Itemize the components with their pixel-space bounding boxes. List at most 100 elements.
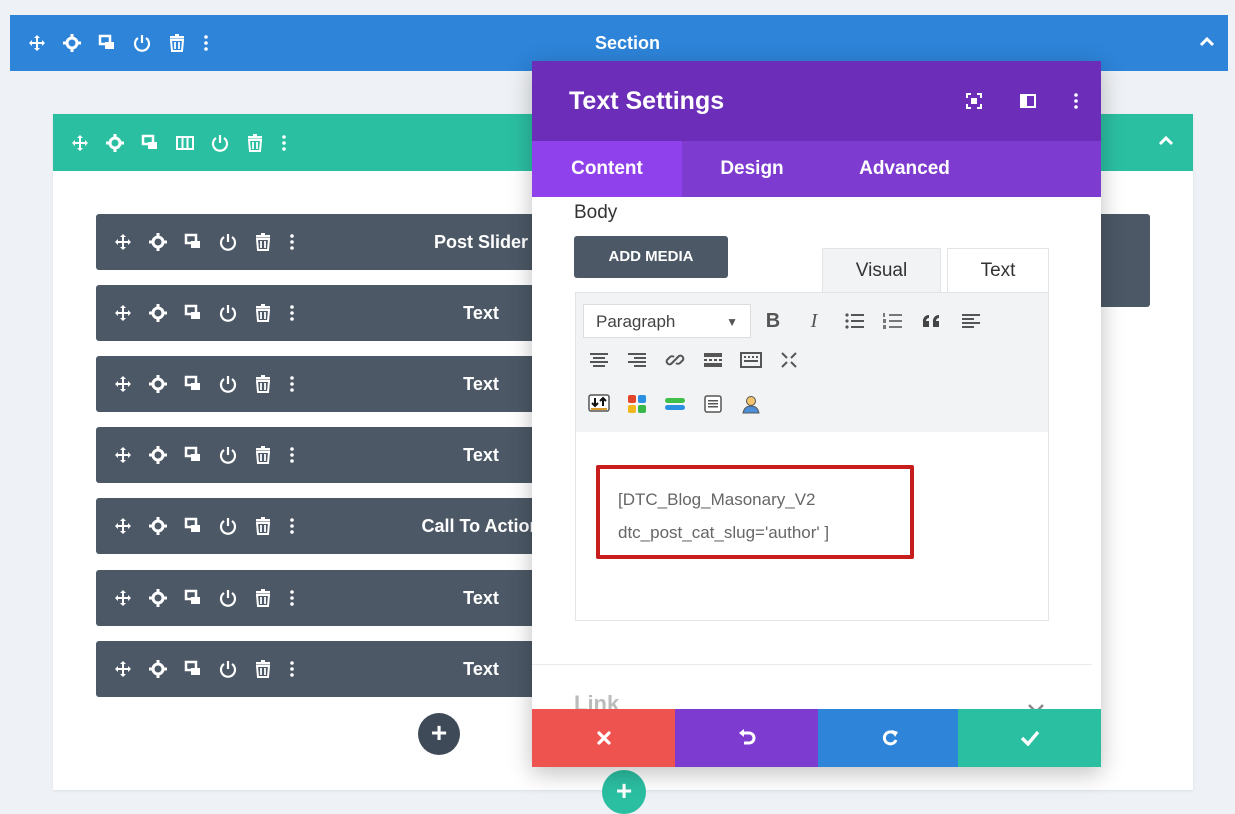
check-icon [1020,730,1040,746]
text-block-icon[interactable] [698,389,728,419]
tab-design[interactable]: Design [682,141,822,197]
duplicate-icon[interactable] [184,660,202,678]
gear-icon[interactable] [149,446,167,464]
trash-icon[interactable] [168,34,186,52]
module-bar-7[interactable]: Text [96,641,554,697]
more-icon[interactable] [289,517,295,535]
gear-icon[interactable] [149,660,167,678]
trash-icon[interactable] [254,233,272,251]
save-button[interactable] [958,709,1101,767]
redo-button[interactable] [818,709,961,767]
more-icon[interactable] [289,304,295,322]
fullscreen-icon[interactable] [965,92,983,110]
duplicate-icon[interactable] [184,589,202,607]
tab-content[interactable]: Content [532,141,682,197]
move-icon[interactable] [114,517,132,535]
move-icon[interactable] [114,589,132,607]
more-icon[interactable] [1073,92,1079,110]
color-grid-icon[interactable] [622,389,652,419]
button-shortcode-icon[interactable] [660,389,690,419]
gear-icon[interactable] [149,517,167,535]
duplicate-icon[interactable] [184,233,202,251]
duplicate-icon[interactable] [184,517,202,535]
duplicate-icon[interactable] [141,134,159,152]
move-icon[interactable] [114,233,132,251]
move-icon[interactable] [28,34,46,52]
align-center-icon[interactable] [584,345,614,375]
power-icon[interactable] [219,375,237,393]
shortcode-insert-icon[interactable] [584,389,614,419]
power-icon[interactable] [133,34,151,52]
module-bar-5[interactable]: Call To Action [96,498,554,554]
trash-icon[interactable] [254,589,272,607]
module-bar-4[interactable]: Text [96,427,554,483]
more-icon[interactable] [203,34,209,52]
chevron-up-icon[interactable] [1198,33,1216,51]
read-more-icon[interactable] [698,345,728,375]
format-select[interactable]: Paragraph ▼ [583,304,751,338]
more-icon[interactable] [289,660,295,678]
power-icon[interactable] [219,304,237,322]
module-bar-6[interactable]: Text [96,570,554,626]
duplicate-icon[interactable] [98,34,116,52]
italic-icon[interactable]: I [799,306,829,336]
power-icon[interactable] [211,134,229,152]
trash-icon[interactable] [254,375,272,393]
gear-icon[interactable] [149,304,167,322]
power-icon[interactable] [219,589,237,607]
more-icon[interactable] [289,446,295,464]
gear-icon[interactable] [63,34,81,52]
add-row-button[interactable]: + [602,770,646,814]
move-icon[interactable] [114,304,132,322]
more-icon[interactable] [281,134,287,152]
editor-tab-visual[interactable]: Visual [822,248,941,293]
blockquote-icon[interactable] [917,306,947,336]
numbered-list-icon[interactable] [878,306,908,336]
trash-icon[interactable] [254,304,272,322]
move-icon[interactable] [114,446,132,464]
duplicate-icon[interactable] [184,446,202,464]
power-icon[interactable] [219,517,237,535]
columns-icon[interactable] [176,134,194,152]
user-shortcode-icon[interactable] [736,389,766,419]
editor-toolbar: Paragraph ▼ B I [575,292,1049,434]
bullet-list-icon[interactable] [840,306,870,336]
trash-icon[interactable] [254,446,272,464]
editor-tab-text[interactable]: Text [947,248,1049,293]
cancel-button[interactable] [532,709,675,767]
gear-icon[interactable] [106,133,124,152]
trash-icon[interactable] [246,133,264,152]
fullscreen-editor-icon[interactable] [774,345,804,375]
power-icon[interactable] [219,660,237,678]
add-media-button[interactable]: ADD MEDIA [574,236,728,278]
more-icon[interactable] [289,233,295,251]
move-icon[interactable] [114,375,132,393]
align-right-icon[interactable] [622,345,652,375]
power-icon[interactable] [219,446,237,464]
trash-icon[interactable] [254,660,272,678]
duplicate-icon[interactable] [184,304,202,322]
move-icon[interactable] [71,134,89,152]
module-bar-1[interactable]: Post Slider [96,214,554,270]
duplicate-icon[interactable] [184,375,202,393]
gear-icon[interactable] [149,589,167,607]
align-left-icon[interactable] [956,306,986,336]
keyboard-icon[interactable] [736,345,766,375]
bold-icon[interactable]: B [758,306,788,336]
gear-icon[interactable] [149,375,167,393]
power-icon[interactable] [219,233,237,251]
undo-button[interactable] [675,709,818,767]
split-view-icon[interactable] [1019,92,1037,110]
add-module-button[interactable]: + [418,713,460,755]
editor-content-area[interactable]: [DTC_Blog_Masonary_V2 dtc_post_cat_slug=… [575,432,1049,621]
move-icon[interactable] [114,660,132,678]
gear-icon[interactable] [149,233,167,251]
trash-icon[interactable] [254,517,272,535]
module-bar-2[interactable]: Text [96,285,554,341]
more-icon[interactable] [289,375,295,393]
module-bar-3[interactable]: Text [96,356,554,412]
tab-advanced[interactable]: Advanced [822,141,987,197]
more-icon[interactable] [289,589,295,607]
link-icon[interactable] [660,345,690,375]
chevron-up-icon[interactable] [1157,132,1175,150]
